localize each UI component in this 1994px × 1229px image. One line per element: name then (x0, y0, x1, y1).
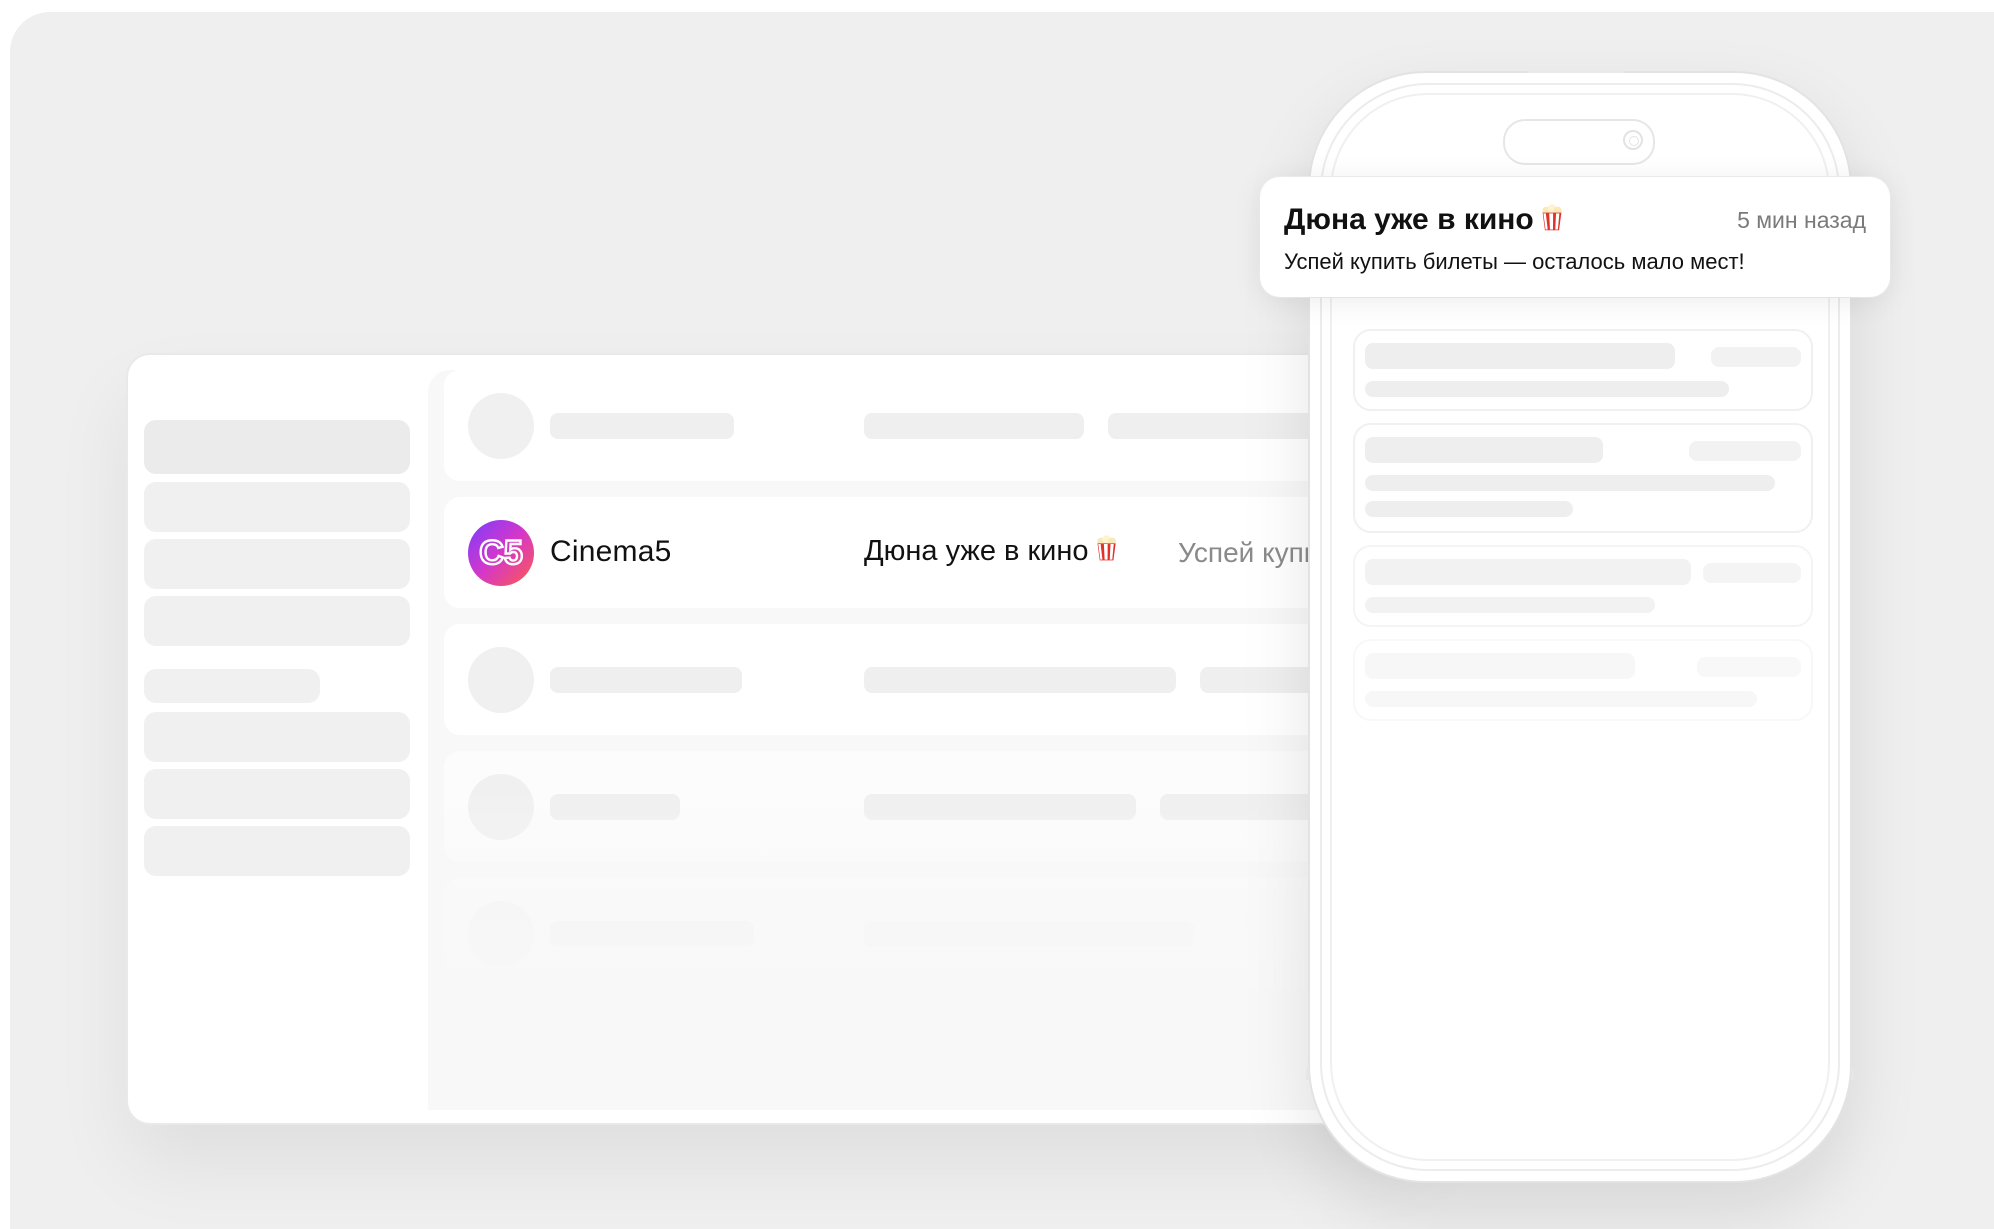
notification-body: Успей купить билеты — осталось мало мест… (1284, 249, 1745, 274)
title-placeholder (864, 667, 1176, 693)
title-placeholder (864, 921, 1194, 947)
sender-placeholder (550, 794, 680, 820)
text-placeholder (1365, 691, 1757, 707)
camera-icon (1623, 130, 1643, 150)
sender-placeholder (550, 413, 734, 439)
phone-side-button (1851, 1068, 1854, 1080)
avatar-placeholder (468, 774, 534, 840)
sender-placeholder (550, 921, 754, 947)
text-placeholder (1365, 597, 1655, 613)
phone-side-button (1306, 1068, 1309, 1080)
phone-top-edge (1528, 70, 1624, 73)
text-placeholder (1365, 559, 1691, 585)
sidebar-item-placeholder[interactable] (144, 420, 410, 474)
time-placeholder (1697, 657, 1801, 677)
sidebar-section-placeholder (144, 669, 320, 703)
sidebar-item-placeholder[interactable] (144, 826, 410, 876)
title-placeholder (864, 413, 1084, 439)
list-item-placeholder[interactable] (444, 624, 1428, 735)
phone-card-placeholder[interactable] (1353, 545, 1813, 627)
list-item-placeholder[interactable] (444, 751, 1428, 862)
text-placeholder (1365, 475, 1775, 491)
sender-name: Cinema5 (550, 535, 672, 568)
dynamic-island (1503, 119, 1655, 165)
sidebar-item-placeholder[interactable] (144, 482, 410, 532)
sidebar-item-placeholder[interactable] (144, 769, 410, 819)
sidebar-item-placeholder[interactable] (144, 596, 410, 646)
popcorn-icon (1095, 535, 1118, 561)
sidebar (144, 355, 412, 1123)
text-placeholder (1365, 653, 1635, 679)
avatar-placeholder (468, 393, 534, 459)
message-title: Дюна уже в кино (864, 535, 1118, 568)
text-placeholder (1365, 343, 1675, 369)
popcorn-icon (1540, 204, 1564, 231)
avatar-placeholder (468, 901, 534, 967)
text-placeholder (1365, 381, 1729, 397)
message-preview: Успей купи (1178, 537, 1320, 568)
notification-time: 5 мин назад (1737, 207, 1866, 233)
text-placeholder (1365, 437, 1603, 463)
sidebar-item-placeholder[interactable] (144, 539, 410, 589)
title-placeholder (864, 794, 1136, 820)
push-notification[interactable]: Дюна уже в кино 5 мин назад Успей купить… (1260, 177, 1890, 297)
message-list: C5 Cinema5 Дюна уже в кино Успей купи (428, 370, 1428, 1110)
sender-placeholder (550, 667, 742, 693)
text-placeholder (1365, 501, 1573, 517)
sidebar-item-placeholder[interactable] (144, 712, 410, 762)
desktop-window: C5 Cinema5 Дюна уже в кино Успей купи (128, 355, 1428, 1123)
phone-card-placeholder[interactable] (1353, 423, 1813, 533)
list-item-cinema5[interactable]: C5 Cinema5 Дюна уже в кино Успей купи (444, 497, 1428, 608)
cinema5-logo: C5 (468, 520, 534, 586)
list-item-placeholder[interactable] (444, 878, 1428, 989)
avatar-placeholder (468, 647, 534, 713)
list-item-placeholder[interactable] (444, 370, 1428, 481)
time-placeholder (1703, 563, 1801, 583)
canvas-background: C5 Cinema5 Дюна уже в кино Успей купи Дю… (10, 12, 1994, 1229)
time-placeholder (1711, 347, 1801, 367)
phone-card-placeholder[interactable] (1353, 329, 1813, 411)
time-placeholder (1689, 441, 1801, 461)
notification-title: Дюна уже в кино (1284, 203, 1564, 237)
phone-card-placeholder[interactable] (1353, 639, 1813, 721)
svg-text:C5: C5 (479, 534, 522, 572)
